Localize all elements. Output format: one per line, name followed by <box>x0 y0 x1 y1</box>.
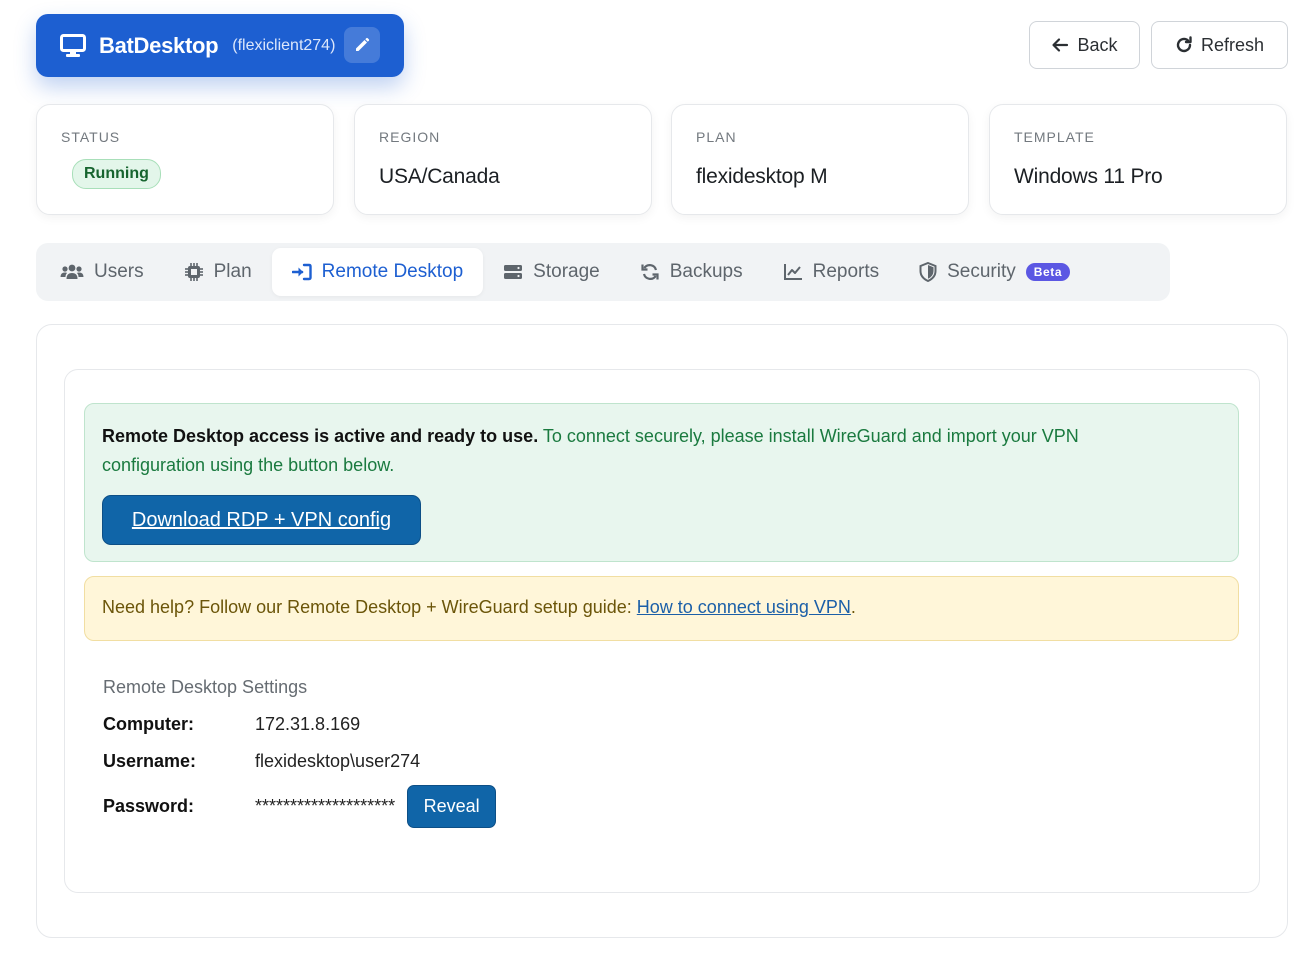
status-badge: Running <box>72 159 161 189</box>
pencil-icon <box>356 37 370 51</box>
refresh-icon <box>1176 36 1192 53</box>
tab-security[interactable]: Security Beta <box>899 248 1090 296</box>
tab-backups[interactable]: Backups <box>620 248 763 296</box>
shield-icon <box>919 262 937 282</box>
region-value: USA/Canada <box>379 165 500 188</box>
sync-icon <box>641 264 659 280</box>
chip-icon <box>184 263 203 281</box>
region-card: REGION USA/Canada <box>354 104 652 215</box>
arrow-left-icon <box>1052 38 1069 52</box>
tab-storage-label: Storage <box>533 261 600 282</box>
tab-reports-label: Reports <box>812 261 880 282</box>
tab-plan-label: Plan <box>213 261 252 282</box>
back-button[interactable]: Back <box>1029 21 1140 69</box>
tab-plan[interactable]: Plan <box>164 248 272 296</box>
username-value: flexidesktop\user274 <box>255 751 421 771</box>
line-chart-icon <box>783 264 802 280</box>
username-label: Username: <box>103 751 197 771</box>
monitor-icon <box>60 33 86 57</box>
password-label: Password: <box>103 796 195 816</box>
template-label: TEMPLATE <box>1014 129 1095 145</box>
tab-users[interactable]: Users <box>40 248 164 296</box>
access-active-bold: Remote Desktop access is active and read… <box>102 426 539 446</box>
tab-remote-desktop[interactable]: Remote Desktop <box>271 248 484 296</box>
access-active-alert: Remote Desktop access is active and read… <box>84 403 1239 562</box>
app-header-brand: BatDesktop (flexiclient274) <box>36 14 404 77</box>
plan-value: flexidesktop M <box>696 165 828 188</box>
settings-title: Remote Desktop Settings <box>103 677 308 697</box>
vpn-guide-link[interactable]: How to connect using VPN <box>637 597 851 617</box>
help-alert: Need help? Follow our Remote Desktop + W… <box>84 576 1239 641</box>
reveal-password-button[interactable]: Reveal <box>407 785 497 828</box>
status-card: STATUS Running <box>36 104 334 215</box>
computer-row: Computer: 172.31.8.169 <box>103 714 360 735</box>
template-value: Windows 11 Pro <box>1014 165 1163 188</box>
sign-in-icon <box>291 263 312 281</box>
computer-label: Computer: <box>103 714 194 734</box>
tab-reports[interactable]: Reports <box>763 248 900 296</box>
tab-bar: Users Plan Remote Desktop Storage Backup… <box>36 243 1170 301</box>
refresh-label: Refresh <box>1200 34 1265 55</box>
refresh-button[interactable]: Refresh <box>1151 21 1288 69</box>
hard-drive-icon <box>504 265 523 279</box>
help-text: Need help? Follow our Remote Desktop + W… <box>102 597 637 617</box>
tab-security-label: Security <box>947 261 1016 282</box>
plan-card: PLAN flexidesktop M <box>671 104 969 215</box>
template-card: TEMPLATE Windows 11 Pro <box>989 104 1287 215</box>
tab-users-label: Users <box>94 261 144 282</box>
plan-label: PLAN <box>696 129 737 145</box>
tab-remote-desktop-label: Remote Desktop <box>321 261 464 282</box>
app-name: BatDesktop <box>99 32 219 58</box>
tab-storage[interactable]: Storage <box>483 248 620 296</box>
password-value: ******************** <box>255 796 396 816</box>
computer-value: 172.31.8.169 <box>255 714 361 734</box>
download-config-button[interactable]: Download RDP + VPN config <box>102 495 421 545</box>
region-label: REGION <box>379 129 441 145</box>
password-row: Password: ******************** Reveal <box>103 785 497 828</box>
tab-backups-label: Backups <box>669 261 743 282</box>
users-icon <box>60 264 84 279</box>
status-label: STATUS <box>61 129 121 145</box>
beta-badge: Beta <box>1025 263 1071 281</box>
username-row: Username: flexidesktop\user274 <box>103 751 420 772</box>
help-suffix: . <box>850 597 856 617</box>
access-active-message: Remote Desktop access is active and read… <box>102 422 1142 480</box>
client-name: (flexiclient274) <box>232 36 336 54</box>
edit-name-button[interactable] <box>344 27 380 63</box>
back-label: Back <box>1077 34 1118 55</box>
